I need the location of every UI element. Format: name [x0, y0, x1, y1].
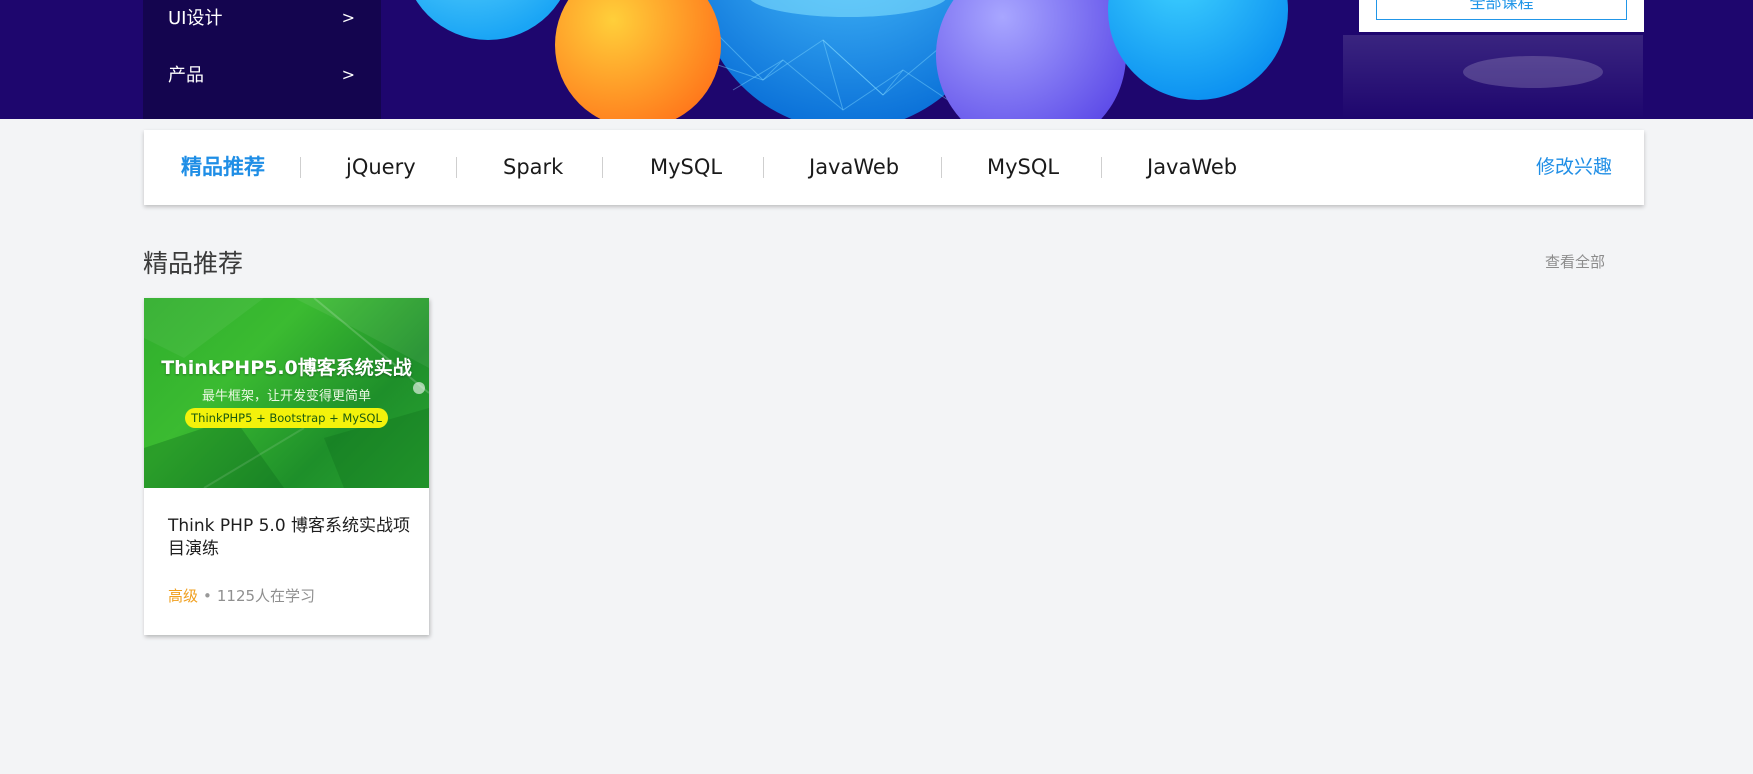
- category-label: UI设计: [168, 8, 223, 29]
- tag-spark[interactable]: Spark: [503, 130, 563, 205]
- meta-separator: •: [203, 587, 212, 605]
- chevron-right-icon: >: [341, 7, 355, 27]
- category-item-product[interactable]: 产品 >: [143, 46, 381, 102]
- course-level: 高级: [168, 587, 199, 605]
- interest-tag-bar: 精品推荐 jQuery Spark MySQL JavaWeb MySQL Ja…: [144, 130, 1644, 205]
- all-courses-button[interactable]: 全部课程: [1376, 0, 1627, 20]
- tag-divider: [456, 157, 457, 178]
- course-cover-image: ThinkPHP5.0博客系统实战 最牛框架，让开发变得更简单 ThinkPHP…: [144, 298, 429, 488]
- tag-javaweb-2[interactable]: JavaWeb: [1147, 130, 1237, 205]
- cover-title: ThinkPHP5.0博客系统实战: [161, 357, 412, 379]
- edit-interest-link[interactable]: 修改兴趣: [1536, 130, 1612, 205]
- category-item-ui-design[interactable]: UI设计 >: [143, 0, 381, 45]
- tag-mysql[interactable]: MySQL: [650, 130, 722, 205]
- chevron-right-icon: >: [341, 64, 355, 84]
- hero-banner[interactable]: UI设计 > 产品 > 全部课程: [0, 0, 1753, 119]
- learner-count: 1125人在学习: [216, 587, 316, 605]
- course-meta: 高级 • 1125人在学习: [168, 585, 315, 606]
- tag-javaweb[interactable]: JavaWeb: [809, 130, 899, 205]
- side-panel: 全部课程: [1359, 0, 1644, 32]
- category-label: 产品: [168, 65, 204, 86]
- tag-divider: [763, 157, 764, 178]
- tag-jquery[interactable]: jQuery: [346, 130, 416, 205]
- view-all-link[interactable]: 查看全部: [1545, 251, 1605, 272]
- tag-divider: [602, 157, 603, 178]
- tag-mysql-2[interactable]: MySQL: [987, 130, 1059, 205]
- tag-divider: [1101, 157, 1102, 178]
- course-title[interactable]: Think PHP 5.0 博客系统实战项目演练: [168, 515, 413, 561]
- section-title: 精品推荐: [143, 249, 244, 278]
- cover-subtitle: 最牛框架，让开发变得更简单: [201, 389, 371, 404]
- tag-divider: [941, 157, 942, 178]
- course-card[interactable]: ThinkPHP5.0博客系统实战 最牛框架，让开发变得更简单 ThinkPHP…: [144, 298, 429, 635]
- tag-featured[interactable]: 精品推荐: [181, 130, 265, 205]
- category-menu: UI设计 > 产品 >: [143, 0, 381, 119]
- cover-tech-stack: ThinkPHP5 + Bootstrap + MySQL: [185, 408, 388, 428]
- tag-divider: [300, 157, 301, 178]
